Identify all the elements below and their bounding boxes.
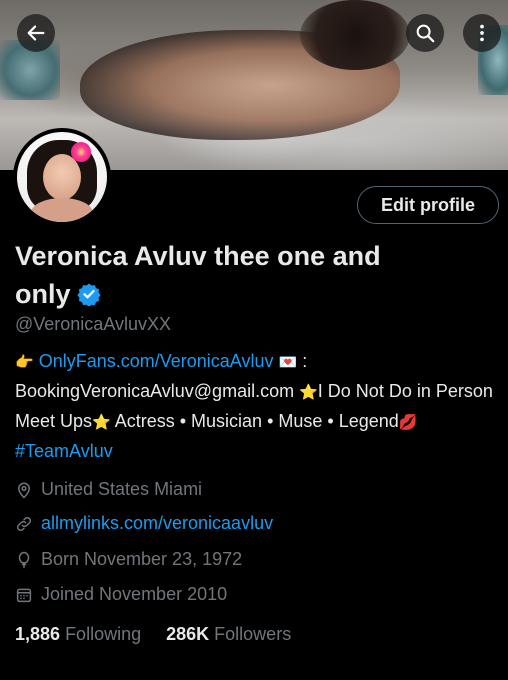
bio-email-text: BookingVeronicaAvluv@gmail.com bbox=[15, 381, 295, 401]
followers-count: 286K bbox=[166, 624, 210, 644]
edit-profile-button[interactable]: Edit profile bbox=[357, 186, 499, 224]
following-count: 1,886 bbox=[15, 624, 61, 644]
lips-icon: 💋 bbox=[398, 414, 418, 431]
search-button[interactable] bbox=[406, 14, 444, 52]
birthday-text: Born November 23, 1972 bbox=[41, 549, 243, 569]
website-link[interactable]: allmylinks.com/veronicaavluv bbox=[41, 513, 273, 534]
pointing-hand-icon: 👉 bbox=[15, 354, 34, 371]
verified-badge-icon[interactable] bbox=[76, 282, 101, 306]
location-pin-icon bbox=[17, 482, 31, 499]
balloon-icon bbox=[18, 551, 30, 568]
profile-bio: 👉 OnlyFans.com/VeronicaAvluv 💌 : Booking… bbox=[15, 347, 495, 466]
location-text: United States Miami bbox=[41, 479, 203, 499]
onlyfans-link[interactable]: OnlyFans.com/VeronicaAvluv bbox=[39, 351, 274, 371]
following-label: Following bbox=[65, 624, 142, 644]
avatar-face bbox=[43, 154, 81, 200]
star-icon: ⭐ bbox=[299, 384, 318, 401]
follow-stats: 1,886 Following 286K Followers bbox=[15, 624, 291, 645]
following-stat[interactable]: 1,886 Following bbox=[15, 624, 141, 644]
calendar-icon bbox=[16, 588, 32, 602]
followers-label: Followers bbox=[214, 624, 292, 644]
profile-name: Veronica Avluv thee one and only bbox=[15, 237, 435, 313]
profile-name-text: Veronica Avluv thee one and only bbox=[15, 241, 381, 309]
search-icon bbox=[416, 24, 435, 43]
more-button[interactable] bbox=[463, 14, 501, 52]
avatar-flower bbox=[71, 142, 91, 162]
back-button[interactable] bbox=[17, 14, 55, 52]
profile-joined: Joined November 2010 bbox=[15, 584, 227, 605]
profile-location: United States Miami bbox=[15, 479, 202, 500]
followers-stat[interactable]: 286K Followers bbox=[166, 624, 291, 644]
arrow-left-icon bbox=[27, 25, 45, 41]
banner-hair bbox=[300, 0, 410, 70]
bio-roles-text: Actress • Musician • Muse • Legend bbox=[110, 411, 399, 431]
joined-text: Joined November 2010 bbox=[41, 584, 228, 604]
star-icon-2: ⭐ bbox=[92, 414, 111, 431]
love-letter-icon: 💌 bbox=[278, 354, 298, 371]
avatar-body bbox=[31, 198, 93, 222]
more-vertical-icon bbox=[480, 24, 484, 42]
link-icon bbox=[16, 516, 32, 531]
hashtag-link[interactable]: #TeamAvluv bbox=[15, 441, 113, 461]
avatar[interactable] bbox=[13, 128, 111, 226]
profile-handle: @VeronicaAvluvXX bbox=[15, 314, 172, 334]
profile-birthday: Born November 23, 1972 bbox=[15, 549, 242, 570]
profile-website: allmylinks.com/veronicaavluv bbox=[15, 513, 273, 534]
bio-colon: : bbox=[302, 351, 308, 371]
